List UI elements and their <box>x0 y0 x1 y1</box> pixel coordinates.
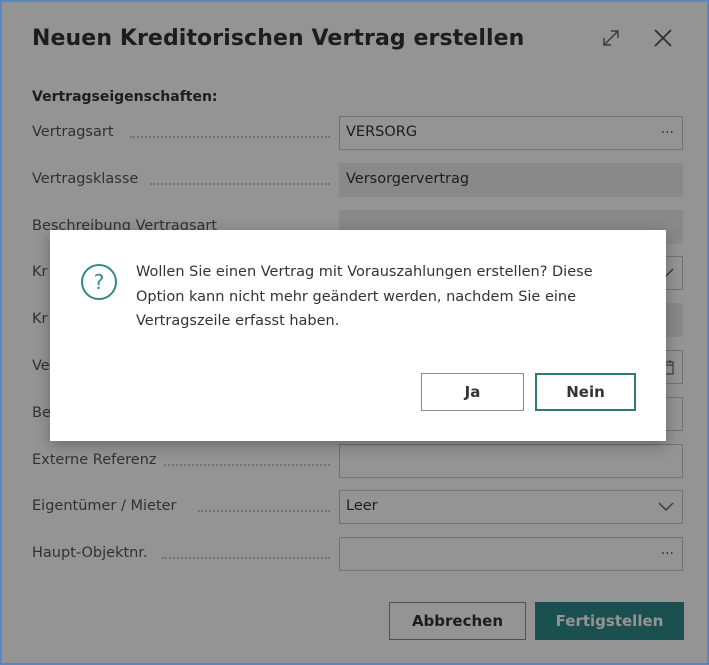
question-icon: ? <box>80 263 118 301</box>
confirm-message: Wollen Sie einen Vertrag mit Vorauszahlu… <box>136 264 593 329</box>
dialog-window: Neuen Kreditorischen Vertrag erstellen V… <box>0 0 709 665</box>
svg-text:?: ? <box>94 270 105 294</box>
yes-button[interactable]: Ja <box>421 373 524 411</box>
no-button[interactable]: Nein <box>535 373 636 411</box>
confirm-dialog: ? Wollen Sie einen Vertrag mit Vorauszah… <box>50 230 666 441</box>
